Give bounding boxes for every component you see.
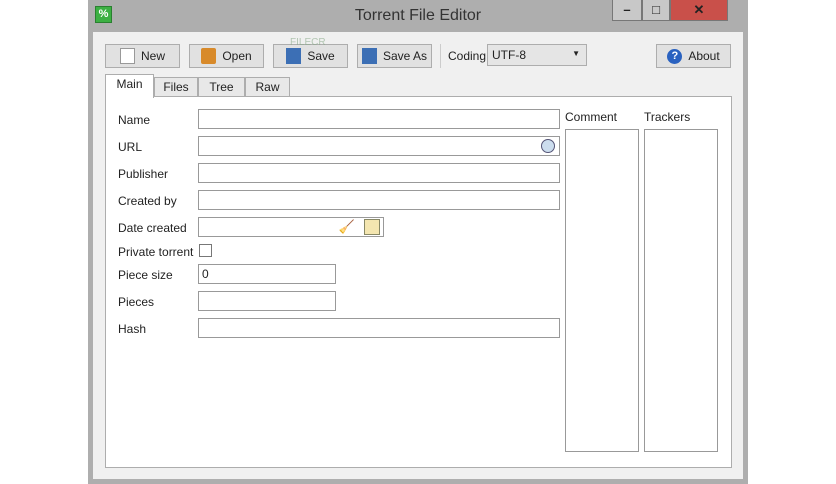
dropdown-arrow-icon: ▼ [572, 49, 580, 58]
maximize-button[interactable]: □ [642, 0, 670, 21]
created-by-input[interactable] [198, 190, 560, 210]
comment-textarea[interactable] [565, 129, 639, 452]
new-label: New [140, 49, 165, 63]
help-icon: ? [667, 48, 683, 64]
tab-files[interactable]: Files [154, 77, 198, 97]
open-button[interactable]: Open [189, 44, 264, 68]
app-icon: % [95, 6, 112, 23]
save-as-button[interactable]: Save As [357, 44, 432, 68]
watermark: FILECR [290, 37, 326, 48]
piece-size-label: Piece size [118, 268, 173, 282]
calendar-icon[interactable] [364, 219, 380, 235]
toolbar-divider [440, 44, 441, 68]
created-by-label: Created by [118, 194, 177, 208]
main-tab-panel: Name URL Publisher Created by Date creat… [105, 96, 732, 468]
comment-label: Comment [565, 110, 618, 124]
piece-size-input[interactable]: 0 [198, 264, 336, 284]
trackers-textarea[interactable] [644, 129, 718, 452]
minimize-button[interactable]: – [612, 0, 642, 21]
hash-label: Hash [118, 322, 147, 336]
url-input[interactable] [198, 136, 560, 156]
name-label: Name [118, 113, 151, 127]
coding-value: UTF-8 [492, 48, 526, 62]
app-window: Torrent File Editor % – □ ✕ New Open Sav… [88, 0, 748, 484]
hash-input[interactable] [198, 318, 560, 338]
open-label: Open [222, 49, 252, 63]
clear-broom-icon[interactable]: 🧹 [339, 219, 355, 235]
save-label: Save [307, 49, 335, 63]
close-button[interactable]: ✕ [670, 0, 728, 21]
coding-label: Coding [448, 49, 487, 63]
pieces-label: Pieces [118, 295, 155, 309]
date-created-label: Date created [118, 221, 187, 235]
tab-main[interactable]: Main [105, 74, 154, 98]
folder-icon [201, 48, 217, 64]
floppy-icon [286, 48, 302, 64]
new-button[interactable]: New [105, 44, 180, 68]
floppy-icon [361, 48, 377, 64]
url-label: URL [118, 140, 143, 154]
publisher-label: Publisher [118, 167, 169, 181]
private-torrent-label: Private torrent [118, 245, 194, 259]
save-as-label: Save As [382, 49, 428, 63]
private-torrent-checkbox[interactable] [199, 244, 212, 257]
globe-icon[interactable] [541, 139, 555, 153]
client-area: New Open Save Save As Coding UTF-8 ▼ ? A… [93, 32, 743, 479]
date-created-input[interactable]: 🧹 [198, 217, 384, 237]
tab-raw[interactable]: Raw [245, 77, 290, 97]
pieces-input[interactable] [198, 291, 336, 311]
about-button[interactable]: ? About [656, 44, 731, 68]
publisher-input[interactable] [198, 163, 560, 183]
coding-select[interactable]: UTF-8 ▼ [487, 44, 587, 66]
about-label: About [688, 49, 720, 63]
name-input[interactable] [198, 109, 560, 129]
tab-tree[interactable]: Tree [198, 77, 245, 97]
trackers-label: Trackers [644, 110, 691, 124]
new-file-icon [119, 48, 135, 64]
